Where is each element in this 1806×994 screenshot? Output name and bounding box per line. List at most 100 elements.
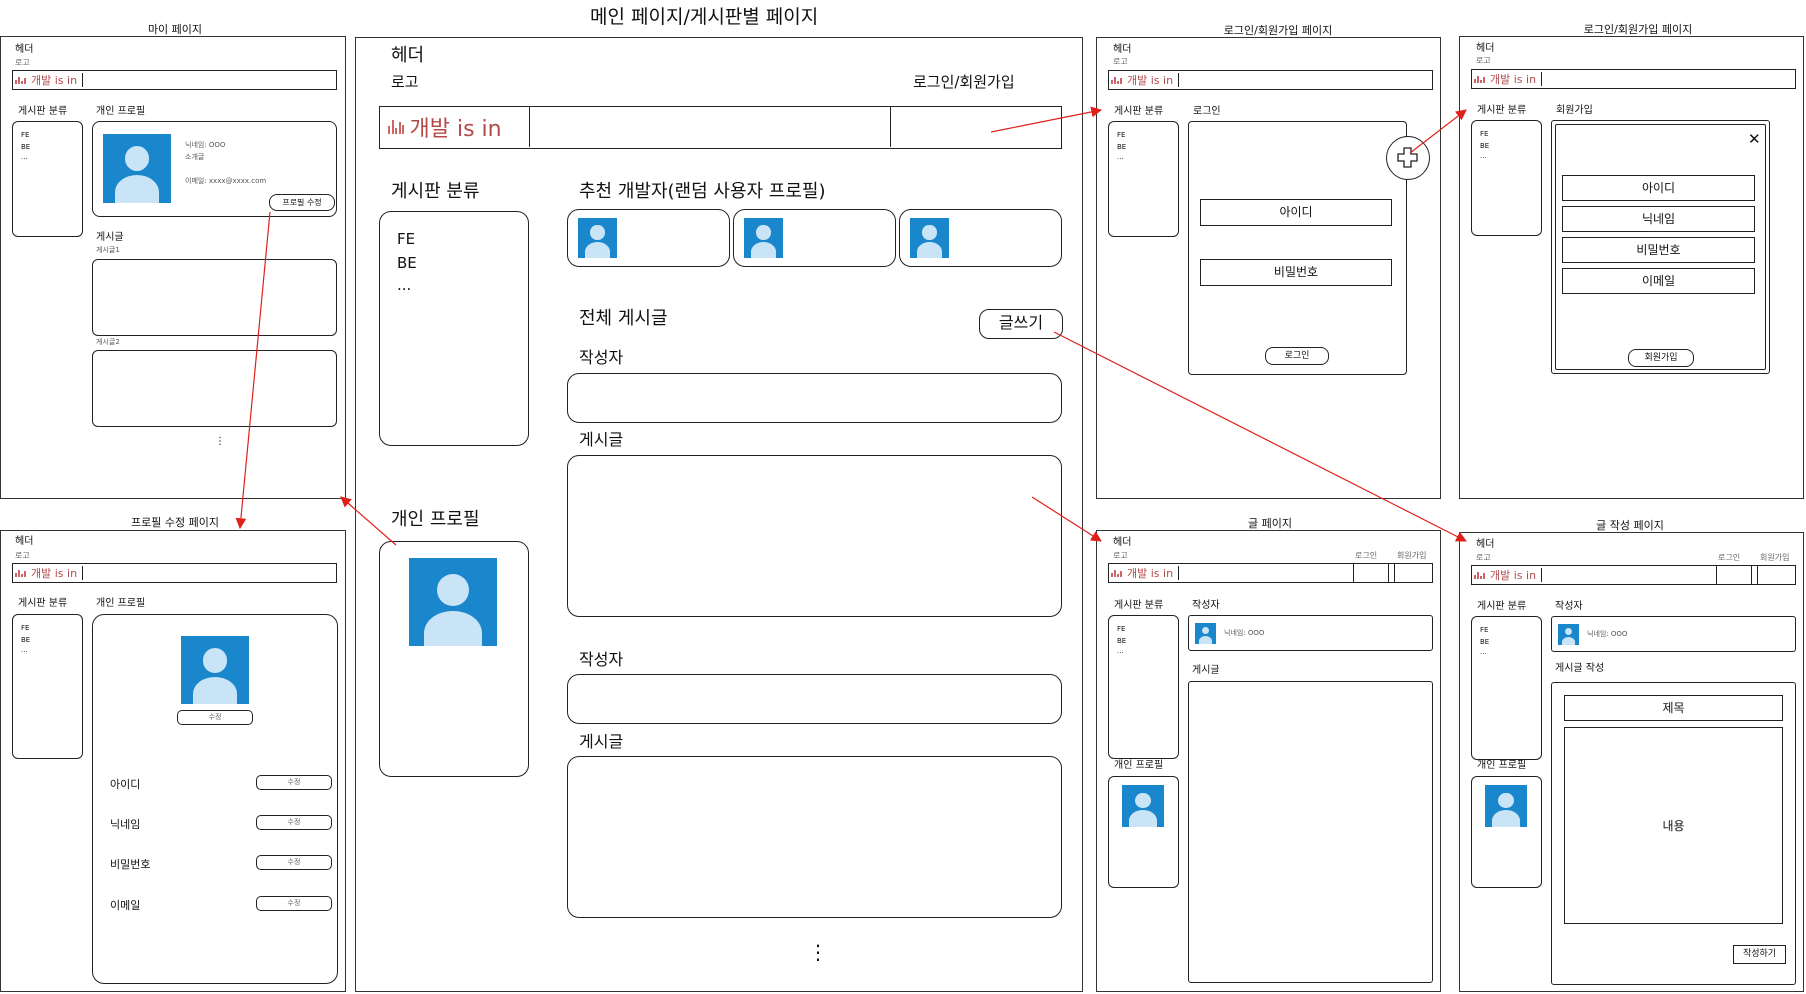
board-item-fe[interactable]: FE <box>397 232 415 247</box>
main-title: 메인 페이지/게시판별 페이지 <box>590 6 819 28</box>
password-field[interactable]: 비밀번호 <box>1200 259 1392 286</box>
recommended-card-2[interactable] <box>733 209 896 267</box>
board-item-fe[interactable]: FE <box>1117 132 1125 139</box>
logo[interactable]: 개발 is in <box>1474 72 1542 86</box>
avatar <box>1122 785 1164 827</box>
more-icon[interactable]: ⋮ <box>215 437 225 447</box>
id-field[interactable]: 아이디 <box>1200 199 1392 226</box>
write-button[interactable]: 글쓰기 <box>979 309 1063 339</box>
author-box: 닉네임: OOO <box>1188 615 1433 651</box>
plus-icon[interactable] <box>1386 136 1430 180</box>
board-item-more[interactable]: ... <box>1117 648 1124 655</box>
board-item-more[interactable]: ... <box>1480 649 1487 656</box>
post-box-2[interactable] <box>567 756 1062 918</box>
signup-id-field[interactable]: 아이디 <box>1562 175 1755 201</box>
login-label: 로그인 <box>1355 551 1378 560</box>
signup-email-field[interactable]: 이메일 <box>1562 268 1755 294</box>
board-item-be[interactable]: BE <box>1480 639 1489 646</box>
avatar-edit-button[interactable]: 수정 <box>177 710 253 725</box>
edit-nickname-button[interactable]: 수정 <box>256 815 332 830</box>
logo[interactable]: 개발 is in <box>15 73 83 87</box>
board-item-be[interactable]: BE <box>21 144 30 151</box>
logo-icon <box>1111 569 1123 577</box>
board-category-label: 게시판 분류 <box>1114 106 1164 117</box>
board-category-box: FE BE ... <box>1471 120 1542 236</box>
header-bar: 개발 is in <box>1108 70 1433 90</box>
board-item-more[interactable]: ... <box>1117 154 1124 161</box>
logo-icon <box>388 120 406 134</box>
recommended-card-3[interactable] <box>899 209 1062 267</box>
intro-text: 소개글 <box>185 153 205 161</box>
signup-password-field[interactable]: 비밀번호 <box>1562 237 1755 263</box>
more-icon[interactable]: ⋮ <box>808 942 828 962</box>
board-item-more[interactable]: ... <box>21 154 28 161</box>
personal-profile-box[interactable] <box>379 541 529 777</box>
logo-label: 로고 <box>391 73 419 91</box>
personal-profile-box[interactable] <box>1471 776 1542 888</box>
close-icon[interactable]: ✕ <box>1748 132 1761 147</box>
login-signup-area[interactable] <box>890 107 1060 147</box>
avatar <box>1485 785 1527 827</box>
profile-edit-frame: 헤더 로고 개발 is in 게시판 분류 FE BE ... 개인 프로필 수… <box>0 530 346 992</box>
board-item-more[interactable]: ... <box>397 278 411 293</box>
field-label-id: 아이디 <box>110 778 141 791</box>
post-label-2: 게시글 <box>579 732 624 751</box>
signup-button[interactable]: 회원가입 <box>1628 349 1694 367</box>
edit-profile-button[interactable]: 프로필 수정 <box>269 194 335 211</box>
signup-label: 회원가입 <box>1760 553 1790 562</box>
board-item-be[interactable]: BE <box>1480 143 1489 150</box>
personal-profile-box[interactable] <box>1108 776 1179 888</box>
login-label: 로그인 <box>1193 106 1221 117</box>
header-label: 헤더 <box>15 536 34 547</box>
submit-button[interactable]: 작성하기 <box>1733 945 1786 964</box>
personal-profile-label: 개인 프로필 <box>1114 760 1164 771</box>
board-category-box: FE BE ... <box>379 211 529 446</box>
edit-password-button[interactable]: 수정 <box>256 855 332 870</box>
logo[interactable]: 개발 is in <box>1111 73 1179 87</box>
logo[interactable]: 개발 is in <box>15 566 83 580</box>
login-button[interactable] <box>1353 564 1389 582</box>
logo[interactable]: 개발 is in <box>1111 566 1179 580</box>
post-box[interactable] <box>567 455 1062 617</box>
board-item-be[interactable]: BE <box>21 637 30 644</box>
board-item-more[interactable]: ... <box>1480 153 1487 160</box>
post2-box[interactable] <box>92 350 337 427</box>
content-field[interactable]: 내용 <box>1564 727 1783 924</box>
signup-nickname-field[interactable]: 닉네임 <box>1562 206 1755 232</box>
signup-label: 회원가입 <box>1397 551 1427 560</box>
post-frame: 헤더 로고 로그인 회원가입 개발 is in 게시판 분류 FE BE ...… <box>1096 530 1441 992</box>
signup-button[interactable] <box>1757 566 1795 584</box>
avatar <box>578 218 617 258</box>
board-item-be[interactable]: BE <box>1117 144 1126 151</box>
post1-box[interactable] <box>92 259 337 336</box>
board-category-box: FE BE ... <box>1108 121 1179 237</box>
author-box[interactable] <box>567 373 1062 423</box>
logo-text: 개발 is in <box>31 567 78 580</box>
header-bar: 개발 is in <box>12 70 337 90</box>
board-item-be[interactable]: BE <box>397 256 417 271</box>
board-item-fe[interactable]: FE <box>1480 131 1488 138</box>
board-item-fe[interactable]: FE <box>1117 626 1125 633</box>
compose-label: 게시글 작성 <box>1555 663 1605 674</box>
edit-email-button[interactable]: 수정 <box>256 896 332 911</box>
header-label: 헤더 <box>1113 44 1132 55</box>
signup-button[interactable] <box>1394 564 1432 582</box>
login-button[interactable] <box>1716 566 1752 584</box>
author-box-2[interactable] <box>567 674 1062 724</box>
board-item-be[interactable]: BE <box>1117 638 1126 645</box>
board-item-more[interactable]: ... <box>21 647 28 654</box>
edit-id-button[interactable]: 수정 <box>256 775 332 790</box>
author-label-2: 작성자 <box>579 650 624 669</box>
board-item-fe[interactable]: FE <box>21 625 29 632</box>
board-item-fe[interactable]: FE <box>1480 627 1488 634</box>
email-text: 이메일: xxxx@xxxx.com <box>185 177 267 185</box>
recommended-card-1[interactable] <box>567 209 730 267</box>
logo[interactable]: 개발 is in <box>380 107 530 147</box>
board-item-fe[interactable]: FE <box>21 132 29 139</box>
title-field[interactable]: 제목 <box>1564 695 1783 721</box>
logo[interactable]: 개발 is in <box>1474 568 1542 582</box>
header-label: 헤더 <box>15 44 34 55</box>
write-frame: 헤더 로고 로그인 회원가입 개발 is in 게시판 분류 FE BE ...… <box>1459 532 1804 992</box>
board-category-label: 게시판 분류 <box>1477 601 1527 612</box>
login-button[interactable]: 로그인 <box>1265 347 1329 365</box>
